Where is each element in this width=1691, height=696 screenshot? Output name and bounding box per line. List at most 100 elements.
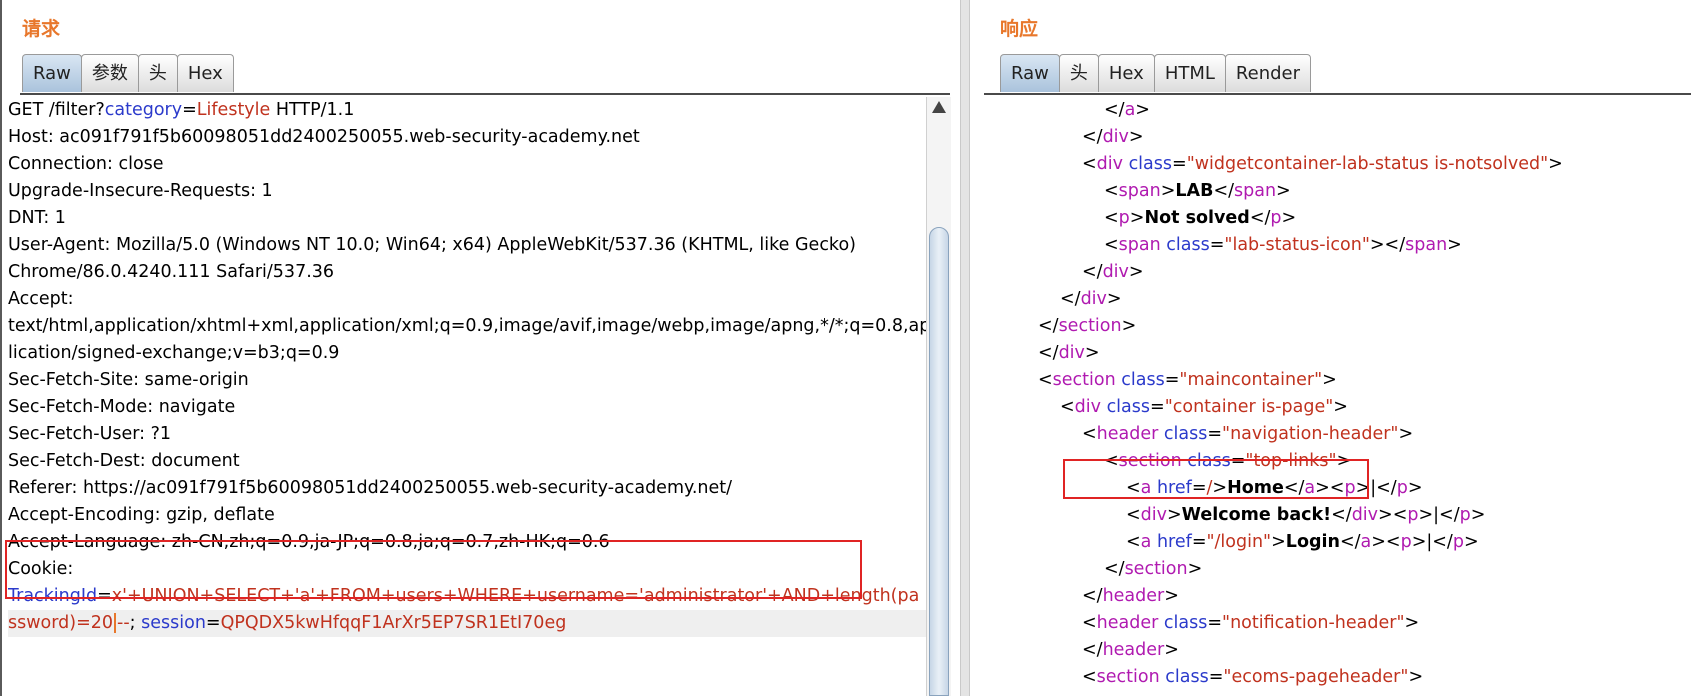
tag-name: p — [1452, 532, 1464, 552]
tag-name: p — [1118, 208, 1130, 228]
request-line-2: Host: ac091f791f5b60098051dd2400250055.w… — [8, 127, 640, 147]
welcome-back-text: Welcome back! — [1181, 505, 1332, 525]
request-line-6: User-Agent: Mozilla/5.0 (Windows NT 10.0… — [8, 235, 856, 255]
request-line-11: Sec-Fetch-Site: same-origin — [8, 370, 249, 390]
tag-name: div — [1096, 154, 1123, 174]
tag-close: > — [1470, 505, 1486, 525]
request-line-9: text/html,application/xhtml+xml,applicat… — [8, 316, 926, 336]
tag-open: </ — [1082, 586, 1103, 606]
tag-open: < — [1082, 154, 1097, 174]
tag-close: > — [1128, 262, 1144, 282]
tag-open: </ — [1104, 100, 1125, 120]
tag-close: > — [1084, 343, 1100, 363]
tag-close: > — [1160, 181, 1176, 201]
attr-value: "ecoms-pageheader" — [1223, 667, 1409, 687]
request-line-5: DNT: 1 — [8, 208, 66, 228]
tag-name: div — [1058, 343, 1085, 363]
attr-eq: = — [1208, 667, 1224, 687]
response-tab-html[interactable]: HTML — [1153, 54, 1226, 92]
response-line: </div> — [984, 124, 1691, 151]
request-tab-hex[interactable]: Hex — [176, 54, 234, 92]
tag-open: < — [1104, 181, 1119, 201]
scroll-up-arrow-icon[interactable] — [932, 101, 946, 113]
cookie-key-session: session — [141, 613, 206, 633]
request-tab-headers[interactable]: 头 — [137, 54, 178, 92]
pane-splitter[interactable] — [960, 0, 970, 696]
request-editor[interactable]: GET /filter?category=Lifestyle HTTP/1.1 … — [8, 97, 926, 696]
tag-close: > — [1164, 640, 1179, 660]
cookie-value-payload-cont: ssword)=20 — [8, 613, 114, 633]
tag-close: >|</ — [1418, 505, 1460, 525]
attr-name: class — [1158, 424, 1208, 444]
response-line: <section class="ecoms-pageheader"> — [984, 664, 1691, 691]
cookie-value-session: QPQDX5kwHfqqF1ArXr5EP7SR1EtI70eg — [220, 613, 567, 633]
response-line: </section> — [984, 556, 1691, 583]
param-eq: = — [182, 100, 197, 120]
tag-close: > — [1164, 586, 1179, 606]
tag-close: > — [1128, 127, 1144, 147]
response-line: <p>Not solved</p> — [984, 205, 1691, 232]
response-line: </header> — [984, 583, 1691, 610]
response-tab-render[interactable]: Render — [1224, 54, 1312, 92]
response-line: <span class="lab-status-icon"></span> — [984, 232, 1691, 259]
response-line: <div class="widgetcontainer-lab-status i… — [984, 151, 1691, 178]
tag-close: > — [1135, 100, 1150, 120]
response-line: <header class="navigation-header"> — [984, 421, 1691, 448]
tag-open: < — [1104, 208, 1119, 228]
tag-close: > — [1407, 478, 1423, 498]
response-tab-hex[interactable]: Hex — [1097, 54, 1155, 92]
tag-name: div — [1351, 505, 1379, 525]
tag-open: < — [1082, 613, 1097, 633]
attr-name: class — [1160, 235, 1210, 255]
tag-close: > — [1463, 532, 1479, 552]
cookie-separator: ; — [129, 613, 142, 633]
response-tabs: Raw 头 Hex HTML Render — [1000, 54, 1312, 94]
tag-close: > — [1281, 208, 1297, 228]
tag-open: </ — [1339, 532, 1361, 552]
tag-name: a — [1140, 532, 1152, 552]
tag-close: > — [1187, 559, 1203, 579]
response-line: </div> — [984, 286, 1691, 313]
tag-close: > — [1121, 316, 1137, 336]
scroll-thumb[interactable] — [929, 227, 949, 696]
attr-value: "navigation-header" — [1222, 424, 1399, 444]
attr-eq: = — [1164, 370, 1180, 390]
request-line-15: Referer: https://ac091f791f5b60098051dd2… — [8, 478, 733, 498]
tag-name: p — [1270, 208, 1282, 228]
response-pane: 响应 Raw 头 Hex HTML Render </a> </div> <di… — [970, 0, 1691, 696]
tag-name: p — [1407, 505, 1419, 525]
request-scrollbar[interactable] — [926, 97, 951, 696]
response-editor[interactable]: </a> </div> <div class="widgetcontainer-… — [984, 97, 1691, 696]
param-key: category — [104, 100, 183, 120]
attr-name: class — [1158, 613, 1208, 633]
response-tab-headers[interactable]: 头 — [1058, 54, 1099, 92]
tag-close: > — [1106, 289, 1122, 309]
text-content: LAB — [1175, 181, 1214, 201]
response-line: <div class="container is-page"> — [984, 394, 1691, 421]
tag-name: span — [1405, 235, 1448, 255]
tag-close: > — [1404, 613, 1420, 633]
attr-eq: = — [1207, 424, 1223, 444]
tag-name: span — [1118, 235, 1161, 255]
tag-open: </ — [1082, 262, 1103, 282]
tag-close: ></ — [1369, 235, 1406, 255]
request-tab-raw[interactable]: Raw — [22, 54, 82, 92]
response-line: <header class="notification-header"> — [984, 610, 1691, 637]
request-pane: 请求 Raw 参数 头 Hex GET /filter?category=Lif… — [0, 0, 960, 696]
attr-value: "container is-page" — [1164, 397, 1334, 417]
tag-close: > — [1447, 235, 1462, 255]
request-line-10: lication/signed-exchange;v=b3;q=0.9 — [8, 343, 340, 363]
tag-close: >|</ — [1411, 532, 1453, 552]
tag-close: > — [1167, 505, 1182, 525]
attr-name: class — [1101, 397, 1151, 417]
request-line-20: ssword)=20 --; session=QPQDX5kwHfqqF1ArXr… — [8, 610, 926, 637]
tag-name: header — [1102, 640, 1165, 660]
attr-value: "widgetcontainer-lab-status is-notsolved… — [1186, 154, 1549, 174]
attr-eq: = — [1172, 154, 1187, 174]
param-value: Lifestyle — [196, 100, 271, 120]
tag-open: </ — [1104, 559, 1125, 579]
response-tab-raw[interactable]: Raw — [1000, 54, 1060, 92]
request-tab-params[interactable]: 参数 — [80, 54, 139, 92]
tag-name: section — [1124, 559, 1188, 579]
tag-close: > — [1333, 397, 1348, 417]
